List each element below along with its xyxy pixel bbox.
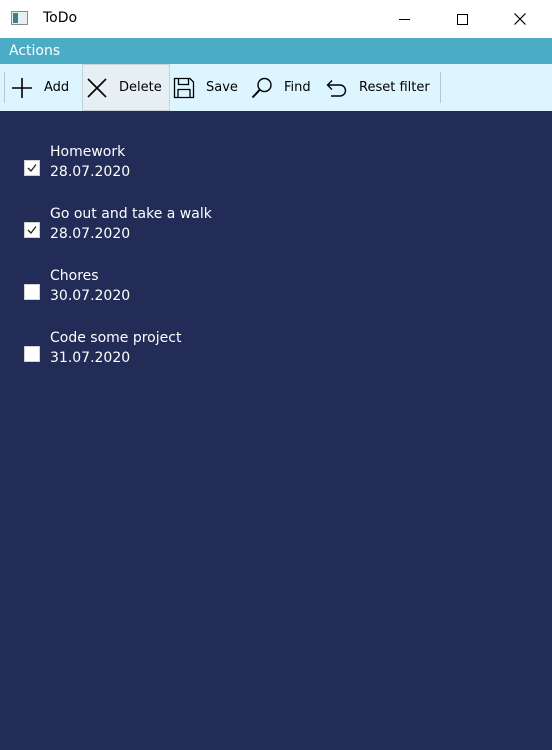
app-window-icon bbox=[11, 11, 28, 25]
toolbar-grip bbox=[4, 72, 5, 103]
maximize-icon bbox=[456, 13, 468, 25]
delete-button-label: Delete bbox=[119, 80, 162, 95]
find-button-label: Find bbox=[284, 80, 311, 95]
todo-date: 28.07.2020 bbox=[50, 226, 131, 242]
x-icon bbox=[87, 77, 107, 98]
checkmark-icon bbox=[27, 164, 37, 172]
close-icon bbox=[514, 13, 526, 25]
checkmark-icon bbox=[27, 226, 37, 234]
todo-title: Homework bbox=[50, 144, 126, 160]
list-item: Chores 30.07.2020 bbox=[0, 268, 552, 318]
delete-button[interactable]: Delete bbox=[82, 64, 170, 111]
todo-title: Go out and take a walk bbox=[50, 206, 212, 222]
title-bar: ToDo bbox=[0, 0, 552, 38]
add-button-label: Add bbox=[44, 80, 70, 95]
menu-actions[interactable]: Actions bbox=[9, 43, 60, 59]
list-item: Code some project 31.07.2020 bbox=[0, 330, 552, 380]
menu-bar: Actions bbox=[0, 38, 552, 64]
reset-filter-button-label: Reset filter bbox=[359, 80, 430, 95]
done-checkbox[interactable] bbox=[24, 346, 40, 362]
window-title: ToDo bbox=[43, 10, 78, 26]
toolbar-separator bbox=[440, 72, 441, 103]
minimize-button[interactable] bbox=[375, 0, 433, 38]
todo-date: 30.07.2020 bbox=[50, 288, 131, 304]
list-item: Homework 28.07.2020 bbox=[0, 144, 552, 194]
todo-date: 28.07.2020 bbox=[50, 164, 131, 180]
toolbar: Add Delete Save Find Reset filter bbox=[0, 64, 552, 111]
floppy-disk-icon bbox=[173, 77, 195, 98]
todo-list: Homework 28.07.2020 Go out and take a wa… bbox=[0, 111, 552, 750]
todo-title: Chores bbox=[50, 268, 99, 284]
todo-title: Code some project bbox=[50, 330, 182, 346]
save-button[interactable]: Save bbox=[172, 64, 242, 111]
todo-date: 31.07.2020 bbox=[50, 350, 131, 366]
list-item: Go out and take a walk 28.07.2020 bbox=[0, 206, 552, 256]
add-button[interactable]: Add bbox=[10, 64, 80, 111]
done-checkbox[interactable] bbox=[24, 284, 40, 300]
save-button-label: Save bbox=[206, 80, 238, 95]
done-checkbox[interactable] bbox=[24, 222, 40, 238]
plus-icon bbox=[12, 77, 32, 98]
done-checkbox[interactable] bbox=[24, 160, 40, 176]
find-button[interactable]: Find bbox=[250, 64, 320, 111]
close-button[interactable] bbox=[491, 0, 549, 38]
reset-filter-button[interactable]: Reset filter bbox=[325, 64, 435, 111]
magnifier-icon bbox=[251, 77, 272, 98]
undo-arrow-icon bbox=[326, 79, 347, 97]
minimize-icon bbox=[398, 18, 410, 20]
maximize-button[interactable] bbox=[433, 0, 491, 38]
